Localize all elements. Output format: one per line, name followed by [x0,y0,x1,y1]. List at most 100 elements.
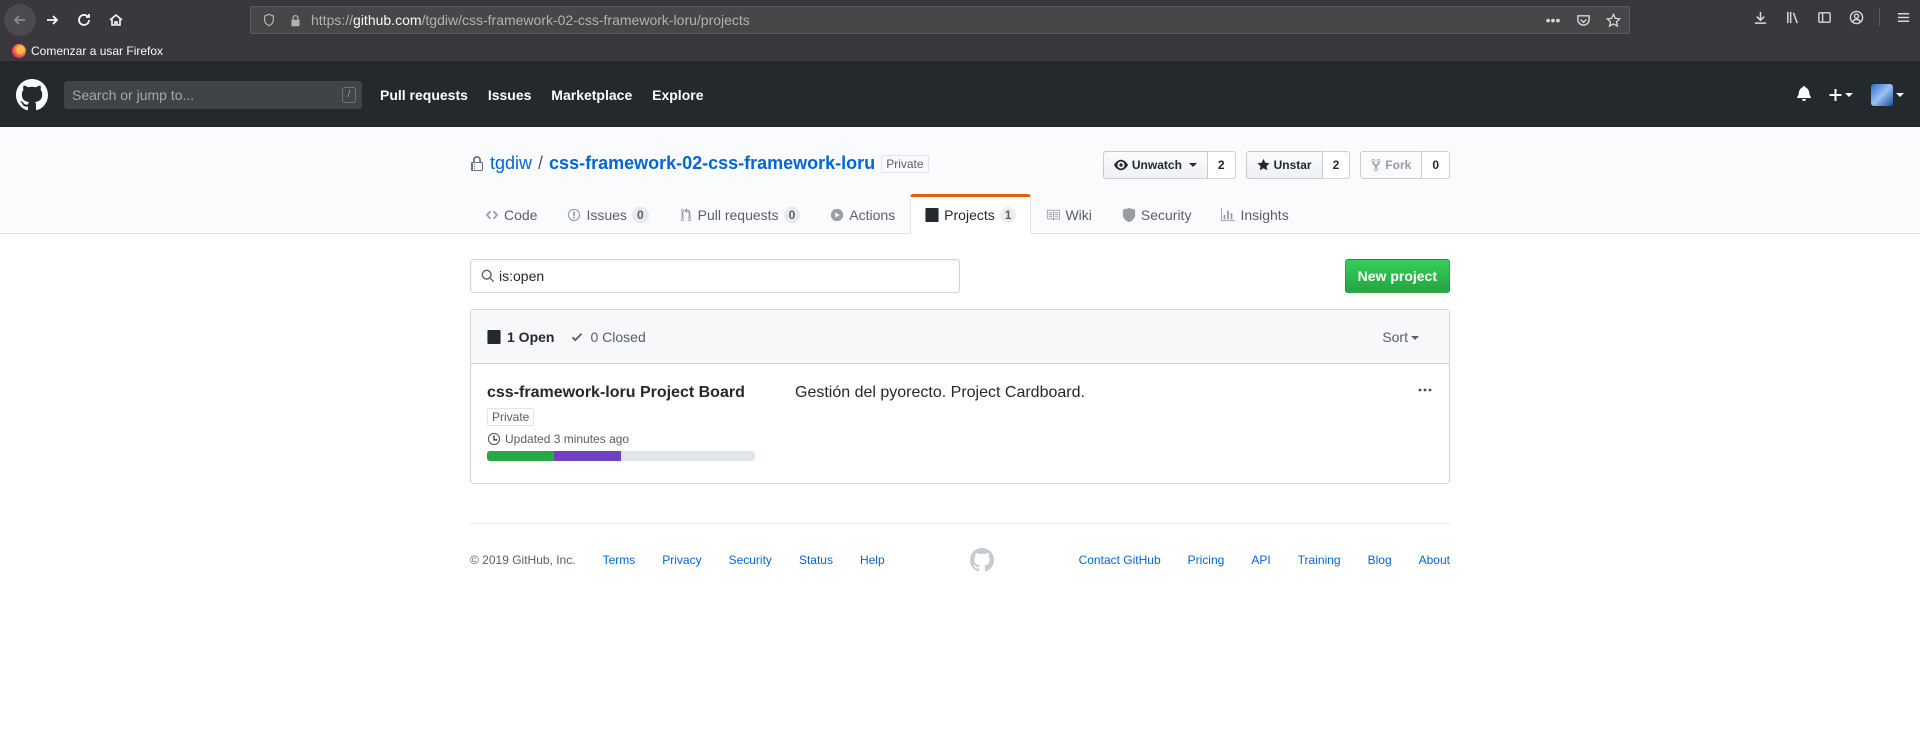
star-group: Unstar 2 [1245,151,1351,179]
home-icon[interactable] [100,4,132,36]
tab-wiki[interactable]: Wiki [1031,194,1106,234]
github-mark-icon[interactable] [969,547,994,572]
library-icon[interactable] [1783,8,1801,26]
bookmarks-toolbar: Comenzar a usar Firefox [0,40,1920,62]
nav-issues[interactable]: Issues [488,87,532,103]
footer-link-about[interactable]: About [1419,553,1450,567]
user-menu-dropdown[interactable] [1871,83,1904,106]
kebab-menu-icon[interactable] [1417,382,1433,398]
repo-title: tgdiw / css-framework-02-css-framework-l… [470,153,929,174]
check-icon [572,332,583,341]
firefox-icon [12,43,26,58]
tab-label: Insights [1240,207,1289,223]
tab-label: Projects [944,207,995,223]
page-actions-icon[interactable]: ••• [1545,12,1561,28]
tab-actions[interactable]: Actions [815,194,910,234]
graph-icon [1221,208,1236,222]
search-input[interactable]: Search or jump to... / [64,80,362,109]
nav-pull-requests[interactable]: Pull requests [380,87,468,103]
url-text[interactable]: https://github.com/tgdiw/css-framework-0… [311,12,750,28]
repo-name-link[interactable]: css-framework-02-css-framework-loru [549,153,875,174]
search-shortcut-key: / [342,86,356,103]
downloads-icon[interactable] [1751,8,1769,26]
updated-text: Updated 3 minutes ago [505,432,630,446]
back-icon[interactable] [4,4,36,36]
nav-marketplace[interactable]: Marketplace [551,87,632,103]
lock-icon [471,155,483,171]
bookmark-item[interactable]: Comenzar a usar Firefox [12,43,163,58]
stargazers-count[interactable]: 2 [1322,151,1351,179]
pull-requests-counter: 0 [783,207,801,223]
unstar-button[interactable]: Unstar [1245,151,1323,179]
search-value: is:open [499,268,545,284]
closed-filter[interactable]: 0 Closed [570,329,646,345]
url-bar[interactable]: https://github.com/tgdiw/css-framework-0… [250,6,1630,34]
repo-owner-link[interactable]: tgdiw [490,153,532,174]
fork-icon [1371,158,1381,172]
lock-icon[interactable] [287,12,303,28]
pull-request-icon [680,208,691,222]
list-item: css-framework-loru Project Board Private… [471,364,1449,484]
account-icon[interactable] [1847,8,1865,26]
github-logo-icon[interactable] [16,78,48,111]
tab-insights[interactable]: Insights [1206,194,1303,234]
footer-link-help[interactable]: Help [860,553,885,567]
shield-tracking-icon[interactable] [261,12,277,28]
tab-label: Wiki [1065,207,1092,223]
fork-group: Fork 0 [1360,151,1450,179]
tab-pull-requests[interactable]: Pull requests 0 [664,194,816,234]
footer-link-training[interactable]: Training [1298,553,1341,567]
tab-issues[interactable]: Issues 0 [552,194,663,234]
projects-subnav: is:open New project [470,259,1450,293]
caret-icon [1411,335,1419,340]
nav-explore[interactable]: Explore [652,87,703,103]
create-new-dropdown[interactable] [1829,87,1853,103]
eye-icon [1113,159,1128,171]
footer-link-contact[interactable]: Contact GitHub [1079,553,1161,567]
fork-label: Fork [1385,158,1412,172]
project-description: Gestión del pyorecto. Project Cardboard. [795,384,1085,401]
watchers-count[interactable]: 2 [1207,151,1236,179]
project-progress-bar [487,451,755,461]
projects-search-input[interactable]: is:open [470,259,960,293]
footer-link-terms[interactable]: Terms [603,553,636,567]
projects-list-header: 1 Open 0 Closed Sort [471,310,1449,364]
open-filter[interactable]: 1 Open [487,329,554,345]
caret-icon [1188,163,1197,167]
footer-link-privacy[interactable]: Privacy [662,553,701,567]
pocket-icon[interactable] [1575,12,1591,28]
sort-dropdown[interactable]: Sort [1382,329,1433,345]
tab-code[interactable]: Code [470,194,552,234]
menu-icon[interactable] [1894,8,1912,26]
repo-header: tgdiw / css-framework-02-css-framework-l… [0,127,1920,234]
project-icon [487,329,501,344]
sort-label: Sort [1382,328,1408,345]
reload-icon[interactable] [68,4,100,36]
sidebar-icon[interactable] [1815,8,1833,26]
unwatch-button[interactable]: Unwatch [1102,151,1208,179]
footer-link-security[interactable]: Security [729,553,772,567]
projects-counter: 1 [999,207,1017,223]
tab-label: Security [1140,207,1192,223]
tab-label: Actions [849,207,896,223]
tab-security[interactable]: Security [1107,194,1207,234]
forks-count[interactable]: 0 [1422,151,1450,179]
footer-link-blog[interactable]: Blog [1368,553,1392,567]
forward-icon[interactable] [36,4,68,36]
footer-link-api[interactable]: API [1251,553,1270,567]
new-project-button[interactable]: New project [1344,259,1450,293]
projects-list: 1 Open 0 Closed Sort css-framework-loru … [470,309,1450,484]
unstar-label: Unstar [1273,158,1312,172]
tab-projects[interactable]: Projects 1 [910,194,1032,234]
unwatch-label: Unwatch [1131,158,1182,172]
code-icon [485,210,499,220]
play-icon [831,208,844,222]
bookmark-star-icon[interactable] [1605,12,1621,28]
notifications-bell-icon[interactable] [1797,85,1811,104]
fork-button[interactable]: Fork [1360,151,1423,179]
footer-link-status[interactable]: Status [799,553,833,567]
private-label: Private [881,154,929,173]
footer-link-pricing[interactable]: Pricing [1188,553,1225,567]
search-placeholder: Search or jump to... [72,86,195,103]
github-header: Search or jump to... / Pull requests Iss… [0,62,1920,127]
